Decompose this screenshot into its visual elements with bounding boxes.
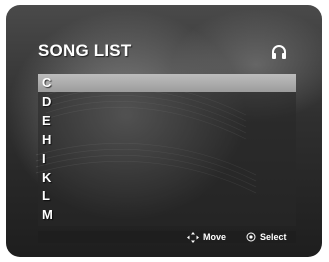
list-item-label: C	[42, 75, 52, 90]
song-list-screen: SONG LIST C D E H I K L M Move Select	[6, 5, 322, 257]
list-item-label: M	[42, 207, 53, 223]
button-guide-bar: Move Select	[38, 231, 296, 243]
list-item-label: I	[42, 150, 46, 166]
song-list-item-e[interactable]: E	[38, 112, 296, 130]
list-item-label: H	[42, 131, 52, 147]
select-hint: Select	[246, 231, 287, 243]
song-list: C D E H I K L M	[38, 74, 296, 226]
list-item-label: D	[42, 93, 52, 109]
page-title: SONG LIST	[38, 41, 132, 60]
song-list-item-h[interactable]: H	[38, 131, 296, 149]
list-item-label: K	[42, 169, 52, 185]
move-label: Move	[203, 232, 227, 242]
song-list-item-l[interactable]: L	[38, 187, 296, 205]
headphone-icon	[272, 45, 286, 59]
select-button-icon	[246, 232, 256, 242]
song-list-item-i[interactable]: I	[38, 150, 296, 168]
song-list-item-c[interactable]: C	[38, 74, 296, 92]
move-hint: Move	[187, 231, 226, 243]
select-label: Select	[260, 232, 287, 242]
list-item-label: E	[42, 112, 51, 128]
song-list-item-k[interactable]: K	[38, 169, 296, 187]
list-item-label: L	[42, 188, 50, 204]
song-list-item-m[interactable]: M	[38, 206, 296, 224]
navigation-arrows-icon	[187, 231, 199, 243]
song-list-item-d[interactable]: D	[38, 93, 296, 111]
